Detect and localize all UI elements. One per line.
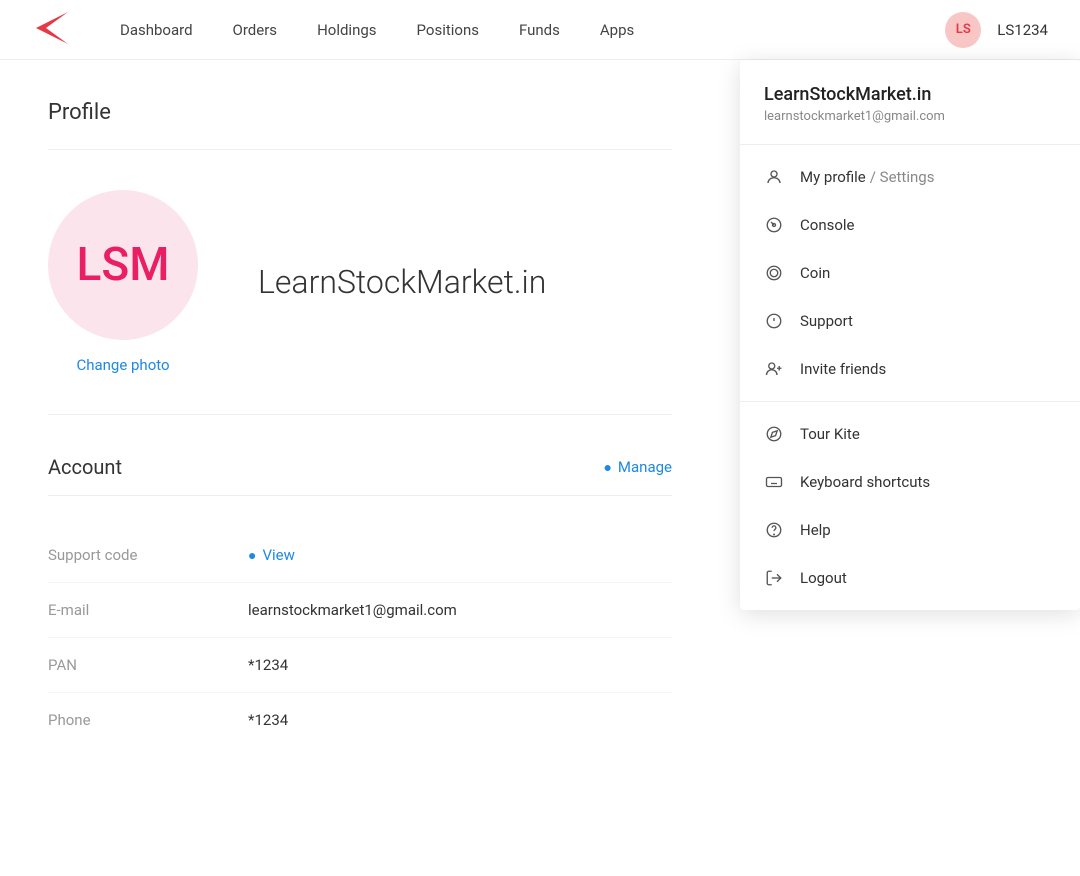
help-label: Help [800, 521, 831, 539]
support-code-row: Support code ● View [48, 528, 672, 583]
profile-name: LearnStockMarket.in [258, 263, 546, 301]
email-label: E-mail [48, 601, 248, 619]
logo[interactable] [32, 8, 72, 52]
support-label: Support [800, 312, 853, 330]
email-row: E-mail learnstockmarket1@gmail.com [48, 583, 672, 638]
support-icon [764, 311, 784, 331]
compass-icon [764, 424, 784, 444]
manage-label: Manage [618, 458, 672, 476]
logout-label: Logout [800, 569, 847, 587]
person-icon [764, 167, 784, 187]
account-header: Account ● Manage [48, 455, 672, 479]
account-top-divider [48, 414, 672, 415]
profile-avatar: LSM [48, 190, 198, 340]
profile-section: Profile LSM Change photo LearnStockMarke… [0, 60, 720, 876]
dropdown-divider-1 [740, 401, 1080, 402]
account-divider [48, 495, 672, 496]
dropdown-item-help[interactable]: Help [740, 506, 1080, 554]
dropdown-menu: LearnStockMarket.in learnstockmarket1@gm… [740, 60, 1080, 610]
dropdown-item-my-profile[interactable]: My profile / Settings [740, 153, 1080, 201]
console-label: Console [800, 216, 855, 234]
user-id[interactable]: LS1234 [997, 21, 1048, 39]
settings-label: / Settings [870, 168, 935, 186]
keyboard-icon [764, 472, 784, 492]
profile-info: LSM Change photo LearnStockMarket.in [48, 190, 672, 374]
dropdown-username: LearnStockMarket.in [764, 84, 1056, 105]
change-photo-button[interactable]: Change photo [76, 356, 169, 374]
phone-row: Phone *1234 [48, 693, 672, 747]
help-icon [764, 520, 784, 540]
user-avatar[interactable]: LS [945, 12, 981, 48]
person-add-icon [764, 359, 784, 379]
profile-title: Profile [48, 100, 672, 125]
nav-positions[interactable]: Positions [417, 21, 479, 39]
dropdown-item-keyboard[interactable]: Keyboard shortcuts [740, 458, 1080, 506]
header: Dashboard Orders Holdings Positions Fund… [0, 0, 1080, 60]
invite-label: Invite friends [800, 360, 886, 378]
email-value: learnstockmarket1@gmail.com [248, 601, 672, 619]
nav-orders[interactable]: Orders [233, 21, 278, 39]
header-right: LS LS1234 [945, 12, 1048, 48]
keyboard-label: Keyboard shortcuts [800, 473, 930, 491]
my-profile-label: My profile [800, 168, 866, 186]
dropdown-item-support[interactable]: Support [740, 297, 1080, 345]
nav-funds[interactable]: Funds [519, 21, 560, 39]
tour-label: Tour Kite [800, 425, 860, 443]
gauge-icon [764, 215, 784, 235]
view-icon: ● [248, 547, 256, 564]
phone-label: Phone [48, 711, 248, 729]
pan-row: PAN *1234 [48, 638, 672, 693]
avatar-section: LSM Change photo [48, 190, 198, 374]
manage-link[interactable]: ● Manage [603, 458, 672, 476]
view-support-code[interactable]: ● View [248, 546, 672, 564]
nav-holdings[interactable]: Holdings [317, 21, 376, 39]
nav-dashboard[interactable]: Dashboard [120, 21, 193, 39]
dropdown-item-tour[interactable]: Tour Kite [740, 410, 1080, 458]
dropdown-header: LearnStockMarket.in learnstockmarket1@gm… [740, 84, 1080, 145]
dropdown-item-invite[interactable]: Invite friends [740, 345, 1080, 393]
coin-icon [764, 263, 784, 283]
manage-icon: ● [603, 459, 611, 476]
dropdown-item-logout[interactable]: Logout [740, 554, 1080, 602]
main-nav: Dashboard Orders Holdings Positions Fund… [120, 21, 945, 39]
pan-value: *1234 [248, 656, 672, 674]
dropdown-item-coin[interactable]: Coin [740, 249, 1080, 297]
pan-label: PAN [48, 656, 248, 674]
nav-apps[interactable]: Apps [600, 21, 634, 39]
dropdown-email: learnstockmarket1@gmail.com [764, 109, 1056, 124]
view-label: View [262, 546, 294, 564]
dropdown-item-console[interactable]: Console [740, 201, 1080, 249]
support-code-label: Support code [48, 546, 248, 564]
main-content: Profile LSM Change photo LearnStockMarke… [0, 60, 1080, 876]
account-title: Account [48, 455, 122, 479]
phone-value: *1234 [248, 711, 672, 729]
coin-label: Coin [800, 264, 830, 282]
account-section: Account ● Manage Support code ● View E-m… [48, 455, 672, 747]
logout-icon [764, 568, 784, 588]
my-profile-label-group: My profile / Settings [800, 168, 934, 186]
profile-divider [48, 149, 672, 150]
